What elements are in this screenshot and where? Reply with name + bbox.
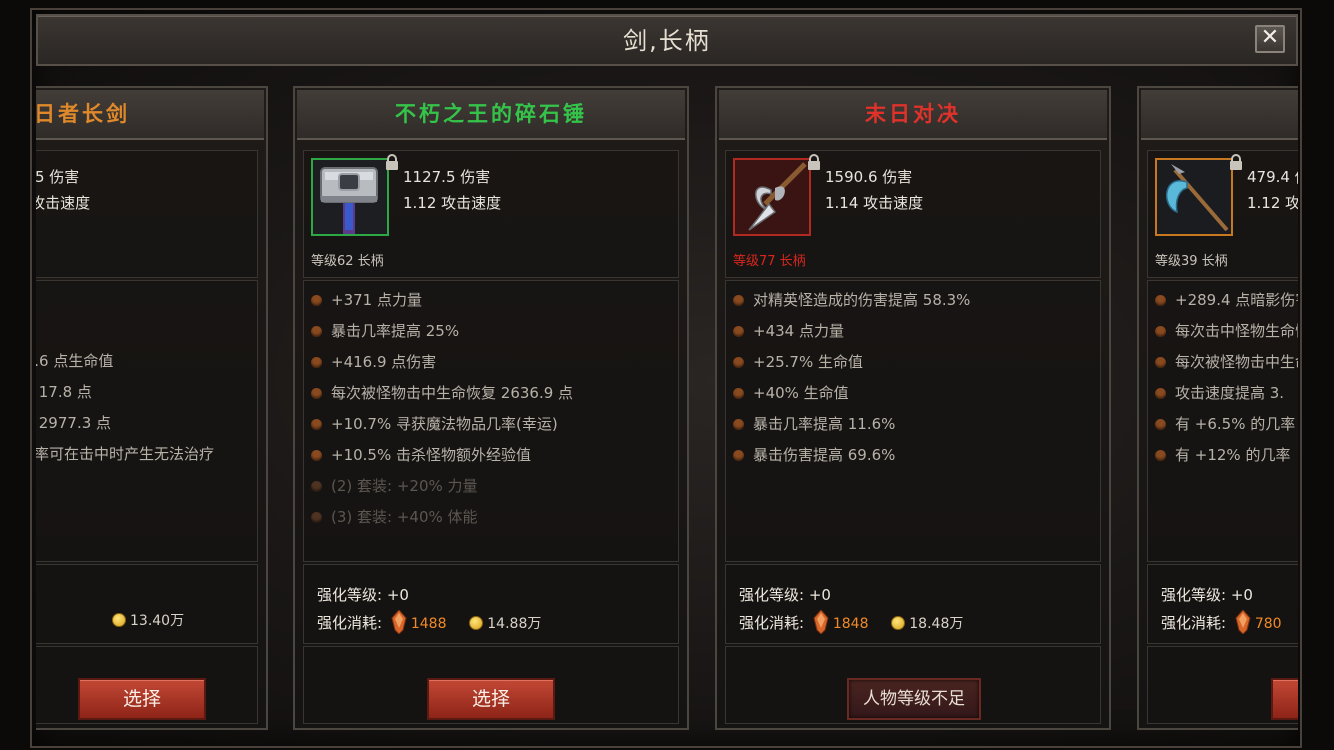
affix-item: 有 +6.5% 的几率 [1155,413,1295,434]
bullet-icon [311,419,322,430]
gold-cost: 13.40万 [94,610,184,630]
affix-item: 每次被怪物击中生命恢复 2636.9 点 [311,382,573,403]
damage-stat: 1590.6 伤害 [825,168,913,186]
affix-item: +289.4 点暗影伤害 [1155,289,1298,310]
attack-speed-stat: 1.12 攻击速度 [1247,194,1298,212]
set-bonus-item: (3) 套装: +40% 体能 [311,506,478,527]
weapon-card-2[interactable]: 不朽之王的碎石锤 1127.5 伤害 1.12 攻击速度 等级62 长柄 +37… [293,86,689,730]
bullet-icon [311,512,322,523]
enhance-level: 强化等级: +0 [1161,586,1253,604]
level-insufficient-button[interactable]: 人物等级不足 [847,678,981,720]
bullet-icon [1155,419,1166,430]
affix-item: 敌人有几率可在击中时产生无法治疗 [36,445,215,463]
affix-item: +14209.6 点生命值 [36,352,114,370]
bullet-icon [1155,357,1166,368]
weapon-carousel[interactable]: 末日者长剑 1127.5 伤害 1.12 攻击速度 +14209.6 点生命值 … [36,70,1298,740]
weapon-card-3[interactable]: 末日对决 1590.6 伤害 1.14 攻击速度 等级77 长柄 对精英怪造成的… [715,86,1111,730]
damage-stat: 479.4 伤害 [1247,168,1298,186]
affix-item: +371 点力量 [311,289,422,310]
attack-speed-stat: 1.12 攻击速度 [36,194,91,212]
enhance-level: 强化等级: +0 [317,586,409,604]
affix-item: 暴击几率提高 11.6% [733,413,895,434]
select-button[interactable]: 选择 [1271,678,1298,720]
affix-item: 攻击速度提高 3. [1155,382,1284,403]
bullet-icon [311,326,322,337]
bullet-icon [1155,326,1166,337]
bullet-icon [311,295,322,306]
bullet-icon [733,295,744,306]
dialog-titlebar: 剑,长柄 [36,14,1298,66]
affix-item: 对精英怪造成的伤害提高 58.3% [733,289,970,310]
bullet-icon [1155,388,1166,399]
bullet-icon [311,357,322,368]
item-level: 等级39 长柄 [1155,254,1228,269]
affix-item: +434 点力量 [733,320,844,341]
affix-item: +40% 生命值 [733,382,849,403]
item-level: 等级62 长柄 [311,254,384,269]
attack-speed-stat: 1.14 攻击速度 [825,194,924,212]
bullet-icon [311,481,322,492]
bullet-icon [1155,450,1166,461]
bullet-icon [311,450,322,461]
enhance-cost: 强化消耗: 1488 14.88万 [317,610,541,634]
affix-item: +10.7% 寻获魔法物品几率(幸运) [311,413,558,434]
card-title [1141,90,1298,140]
enhance-cost: 强化消耗: 1848 18.48万 [739,610,963,634]
affix-item: +416.9 点伤害 [311,351,436,372]
enhance-stone-icon [391,610,407,634]
affix-item: 每次被怪物击中生命恢复 [1155,351,1298,372]
affix-item: 生命恢复 2977.3 点 [36,414,112,432]
attack-speed-stat: 1.12 攻击速度 [403,194,502,212]
bullet-icon [733,450,744,461]
enhance-level: 强化等级: +0 [739,586,831,604]
polearm-icon[interactable] [733,158,811,236]
select-button[interactable]: 选择 [78,678,206,720]
card-enhance-panel [36,564,258,644]
card-title: 末日者长剑 [36,90,264,140]
affix-item: 暴击几率提高 25% [311,320,459,341]
affix-item: 暴击伤害提高 69.6% [733,444,895,465]
weapon-card-4[interactable]: 479.4 伤害 1.12 攻击速度 等级39 长柄 +289.4 点暗影伤害 … [1137,86,1298,730]
set-bonus-item: (2) 套装: +20% 力量 [311,475,478,496]
hammer-icon[interactable] [311,158,389,236]
gold-coin-icon [469,616,484,630]
lock-icon [386,154,398,170]
item-level: 等级77 长柄 [733,254,806,269]
dialog-title: 剑,长柄 [623,27,711,55]
damage-stat: 1127.5 伤害 [403,168,491,186]
bullet-icon [733,388,744,399]
enhance-cost: 强化消耗: 780 [1161,610,1282,634]
bullet-icon [733,419,744,430]
affix-item: +10.5% 击杀怪物额外经验值 [311,444,531,465]
affix-item: 每次击中怪物生命恢复 [1155,320,1298,341]
damage-stat: 1127.5 伤害 [36,168,80,186]
enhance-stone-icon [813,610,829,634]
close-button[interactable]: ✕ [1255,25,1285,53]
gold-coin-icon [891,616,906,630]
card-title: 不朽之王的碎石锤 [297,90,685,140]
bullet-icon [1155,295,1166,306]
bullet-icon [311,388,322,399]
enhance-stone-icon [1235,610,1251,634]
weapon-card-1[interactable]: 末日者长剑 1127.5 伤害 1.12 攻击速度 +14209.6 点生命值 … [36,86,268,730]
card-title: 末日对决 [719,90,1107,140]
gold-coin-icon [112,613,126,627]
lock-icon [1230,154,1242,170]
lock-icon [808,154,820,170]
affix-item: 有 +12% 的几率 [1155,444,1290,465]
affix-item: +25.7% 生命值 [733,351,863,372]
select-button[interactable]: 选择 [427,678,555,720]
bullet-icon [733,326,744,337]
bullet-icon [733,357,744,368]
axe-icon[interactable] [1155,158,1233,236]
affix-item: 生命恢复 17.8 点 [36,383,92,401]
